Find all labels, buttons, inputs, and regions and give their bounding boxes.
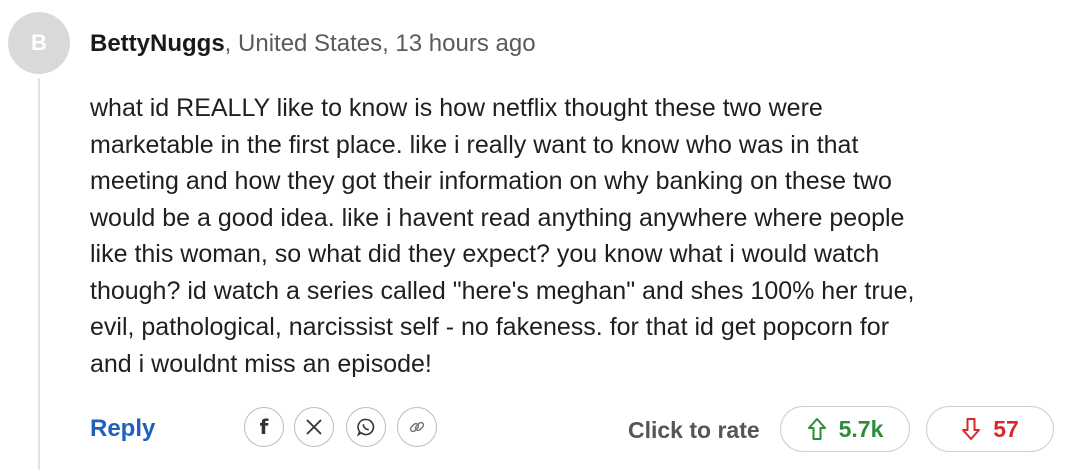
whatsapp-icon [356,418,375,437]
x-icon [306,419,322,435]
share-facebook-button[interactable]: f [244,407,284,447]
downvote-button[interactable]: 57 [926,406,1054,452]
downvote-count: 57 [993,415,1019,442]
link-icon [409,421,425,433]
share-whatsapp-button[interactable] [346,407,386,447]
location-time: , United States, 13 hours ago [224,30,536,57]
reply-button[interactable]: Reply [90,415,155,443]
facebook-icon: f [259,415,269,439]
avatar: B [8,12,70,74]
arrow-up-icon [807,418,826,440]
comment-body: what id REALLY like to know is how netfl… [90,94,915,378]
upvote-button[interactable]: 5.7k [780,406,910,452]
share-x-button[interactable] [294,407,334,447]
arrow-down-icon [962,418,981,440]
copy-link-button[interactable] [397,407,437,447]
thread-line [38,78,40,470]
comment-meta: BettyNuggs, United States, 13 hours ago [90,28,536,60]
upvote-count: 5.7k [838,415,884,442]
rate-label: Click to rate [628,417,760,443]
author-name[interactable]: BettyNuggs [90,30,225,57]
